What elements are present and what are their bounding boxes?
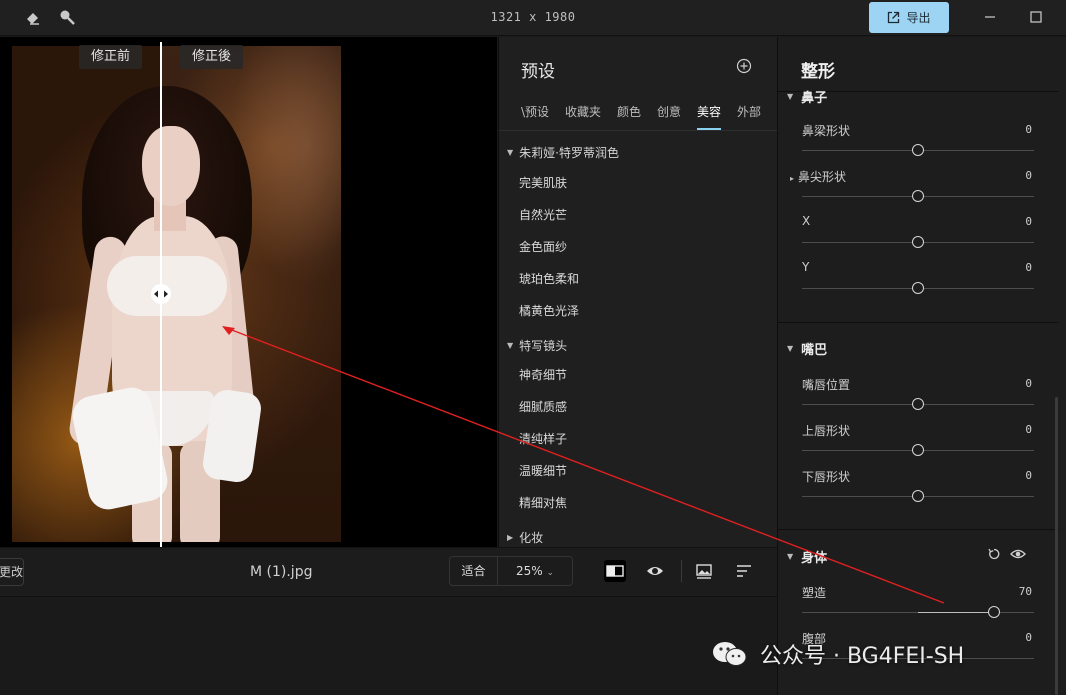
preset-item[interactable]: 神奇细节 [519,366,567,383]
tab-external[interactable]: 外部 [737,103,761,120]
preset-group-header[interactable]: ▼ 特写镜头 [507,337,567,354]
arrows-horizontal-icon [154,290,168,298]
sort-button[interactable] [733,560,755,582]
filmstrip-area [0,598,777,695]
add-preset-icon[interactable] [736,58,752,74]
body-section-header[interactable]: ▼ 身体 [787,547,827,566]
minimize-icon[interactable] [983,10,997,24]
preset-item[interactable]: 橘黄色光泽 [519,302,579,319]
wechat-icon [710,639,750,669]
reshape-title: 整形 [801,62,835,82]
nose-y-label: Y [802,260,810,274]
slider-knob[interactable] [912,144,924,156]
filmstrip-icon [696,564,712,579]
preset-group-header[interactable]: ▶ 化妆 [507,529,543,546]
preset-item[interactable]: 金色面纱 [519,238,567,255]
nose-x-value: 0 [1025,215,1032,228]
preset-item[interactable]: 温暖细节 [519,462,567,479]
slider-knob[interactable] [912,490,924,502]
tab-creative[interactable]: 创意 [657,103,681,120]
slider-knob[interactable] [912,444,924,456]
tab-favorites[interactable]: 收藏夹 [565,103,601,120]
abdomen-value: 0 [1025,631,1032,644]
sort-lines-icon [737,565,751,577]
slider-knob[interactable] [912,282,924,294]
watermark: 公众号 · BG4FEI-SH [710,637,964,671]
slider-knob[interactable] [912,398,924,410]
photo-preview [12,46,341,542]
lower-lip-value: 0 [1025,469,1032,482]
maximize-icon[interactable] [1029,10,1043,24]
panel-scrollbar[interactable] [1055,397,1058,695]
tab-beauty[interactable]: 美容 [697,103,721,120]
upper-lip-label: 上唇形状 [802,424,851,438]
preset-item[interactable]: 清纯样子 [519,430,567,447]
preset-item[interactable]: 精细对焦 [519,494,567,511]
slider-knob[interactable] [988,606,1000,618]
nose-bridge-value: 0 [1025,123,1032,136]
lower-lip-label: 下唇形状 [802,470,851,484]
filmstrip-toggle-button[interactable] [693,560,715,582]
before-label: 修正前 [79,45,143,69]
zoom-select[interactable]: 25% ⌄ [498,564,572,578]
nose-bridge-label: 鼻梁形状 [802,124,851,138]
tab-presets[interactable]: \预设 [521,103,549,120]
body-shape-value: 70 [1018,585,1032,598]
preset-group-header[interactable]: ▼ 朱莉娅·特罗蒂润色 [507,144,619,161]
split-view-icon [606,565,624,577]
nose-x-label: X [802,214,811,228]
triangle-down-icon: ▼ [507,148,514,157]
preview-button[interactable] [644,560,666,582]
preset-item[interactable]: 琥珀色柔和 [519,270,579,287]
reset-icon[interactable] [987,547,1001,561]
tab-color[interactable]: 颜色 [617,103,641,120]
lip-position-label: 嘴唇位置 [802,378,851,392]
triangle-right-icon: ▶ [507,533,514,542]
watermark-text: 公众号 · BG4FEI-SH [760,644,965,669]
lip-position-value: 0 [1025,377,1032,390]
preset-item[interactable]: 细腻质感 [519,398,567,415]
split-view-button[interactable] [604,560,626,582]
mouth-section-header[interactable]: ▼ 嘴巴 [787,339,827,358]
nose-section-header[interactable]: ▼ 鼻子 [787,87,827,106]
reshape-panel: 整形 ▼ 鼻子 鼻梁形状 0 ▸ 鼻尖形状 0 X 0 Y 0 ▼ 嘴巴 嘴唇位置… [777,37,1066,695]
change-button[interactable]: 更改 [0,558,24,586]
slider-knob[interactable] [912,236,924,248]
active-tab-indicator [697,128,721,130]
view-toolbar: 更改 M (1).jpg 适合 25% ⌄ [0,547,777,597]
zoom-value: 25% [515,564,543,578]
triangle-down-icon: ▼ [507,341,514,350]
triangle-down-icon: ▼ [787,92,794,101]
export-icon [888,11,900,24]
export-label: 导出 [906,11,931,25]
eye-icon [647,567,663,575]
preset-item[interactable]: 自然光芒 [519,206,567,223]
eye-icon[interactable] [1010,547,1026,561]
after-label: 修正後 [180,45,244,69]
presets-panel: 预设 \预设 收藏夹 颜色 创意 美容 外部 ▼ 朱莉娅·特罗蒂润色 完美肌肤 … [498,37,777,547]
body-shape-label: 塑造 [802,586,827,600]
image-canvas[interactable]: 修正前 修正後 [0,37,497,547]
zoom-control: 适合 25% ⌄ [449,556,573,586]
nose-tip-label: ▸ 鼻尖形状 [790,170,847,184]
chevron-down-icon: ⌄ [546,568,555,578]
triangle-down-icon: ▼ [787,552,794,561]
top-toolbar: 1321 x 1980 导出 [0,0,1066,36]
slider-fill [918,612,994,613]
preset-item[interactable]: 完美肌肤 [519,174,567,191]
upper-lip-value: 0 [1025,423,1032,436]
fit-button[interactable]: 适合 [450,557,498,585]
export-button[interactable]: 导出 [869,2,949,33]
triangle-down-icon: ▼ [787,344,794,353]
compare-split-handle[interactable] [151,284,171,304]
presets-title: 预设 [521,62,555,82]
slider-knob[interactable] [912,190,924,202]
file-name: M (1).jpg [250,564,313,580]
nose-tip-value: 0 [1025,169,1032,182]
presets-tabs: \预设 收藏夹 颜色 创意 美容 外部 [499,95,777,131]
triangle-right-icon: ▸ [790,174,795,183]
nose-y-value: 0 [1025,261,1032,274]
